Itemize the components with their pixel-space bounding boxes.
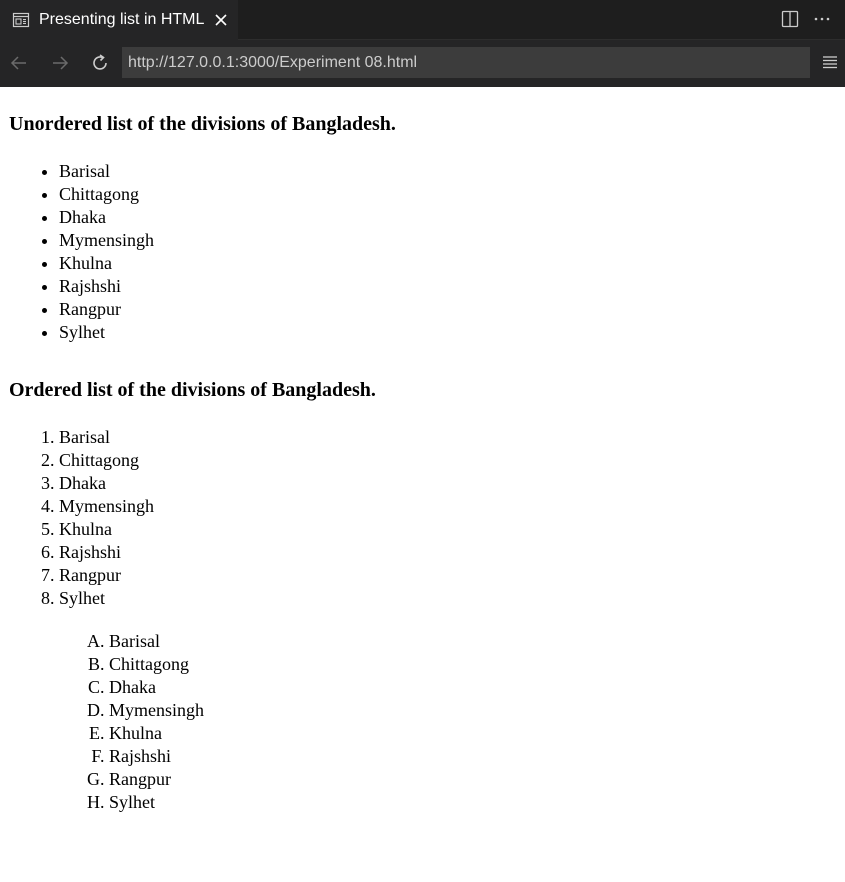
navigation-bar: http://127.0.0.1:3000/Experiment 08.html	[0, 40, 845, 87]
list-item: Chittagong	[109, 653, 845, 676]
unordered-list: Barisal Chittagong Dhaka Mymensingh Khul…	[9, 160, 845, 344]
split-editor-icon[interactable]	[781, 10, 799, 28]
list-item: Rajshshi	[109, 745, 845, 768]
list-item: Rajshshi	[59, 275, 845, 298]
back-arrow-icon[interactable]	[8, 52, 30, 74]
browser-chrome: Presenting list in HTML http://127.0.0.1…	[0, 0, 845, 87]
tab-title: Presenting list in HTML	[39, 11, 205, 28]
list-item: Mymensingh	[59, 495, 845, 518]
alphabetic-list: Barisal Chittagong Dhaka Mymensingh Khul…	[9, 630, 845, 814]
list-item: Barisal	[59, 426, 845, 449]
list-item: Mymensingh	[109, 699, 845, 722]
list-item: Dhaka	[109, 676, 845, 699]
list-item: Sylhet	[59, 321, 845, 344]
close-icon[interactable]	[212, 11, 230, 29]
list-item: Mymensingh	[59, 229, 845, 252]
ordered-heading: Ordered list of the divisions of Banglad…	[9, 379, 376, 401]
tab-active[interactable]: Presenting list in HTML	[0, 0, 238, 40]
list-item: Sylhet	[59, 587, 845, 610]
list-item: Rangpur	[59, 564, 845, 587]
page-content: Unordered list of the divisions of Bangl…	[0, 87, 845, 814]
list-item: Sylhet	[109, 791, 845, 814]
tab-strip: Presenting list in HTML	[0, 0, 845, 40]
list-item: Rangpur	[59, 298, 845, 321]
list-item: Dhaka	[59, 472, 845, 495]
more-icon[interactable]	[813, 10, 831, 28]
ordered-list: Barisal Chittagong Dhaka Mymensingh Khul…	[9, 426, 845, 610]
list-item: Rajshshi	[59, 541, 845, 564]
list-item: Dhaka	[59, 206, 845, 229]
reload-icon[interactable]	[89, 52, 111, 74]
list-item: Barisal	[59, 160, 845, 183]
url-input[interactable]: http://127.0.0.1:3000/Experiment 08.html	[122, 47, 810, 78]
list-item: Chittagong	[59, 183, 845, 206]
unordered-heading: Unordered list of the divisions of Bangl…	[9, 113, 396, 135]
menu-icon[interactable]	[821, 53, 839, 71]
list-item: Barisal	[109, 630, 845, 653]
forward-arrow-icon[interactable]	[49, 52, 71, 74]
list-item: Chittagong	[59, 449, 845, 472]
preview-icon	[12, 11, 30, 29]
list-item: Rangpur	[109, 768, 845, 791]
list-item: Khulna	[59, 252, 845, 275]
list-item: Khulna	[109, 722, 845, 745]
list-item: Khulna	[59, 518, 845, 541]
